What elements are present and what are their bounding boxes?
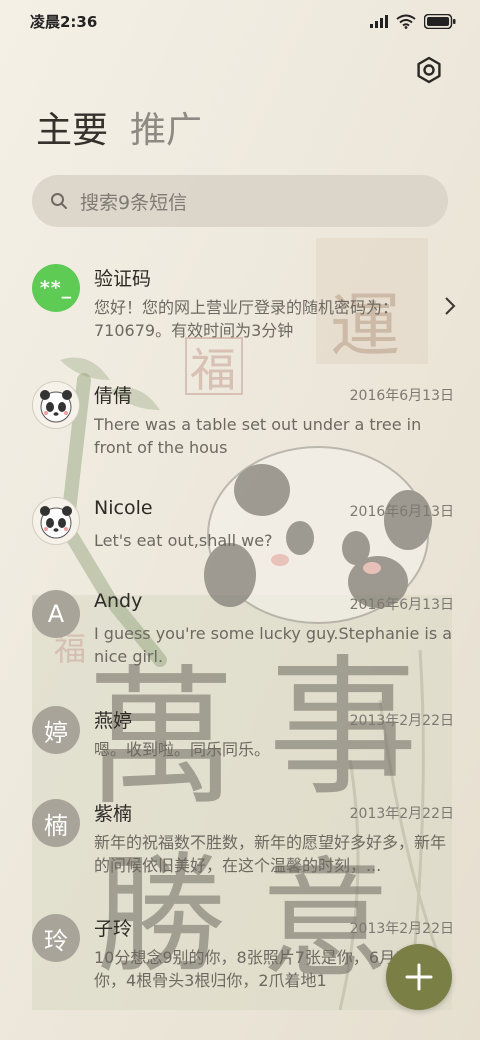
conversation-name: 倩倩 bbox=[94, 385, 133, 407]
conversation-date: 2016年6月13日 bbox=[349, 597, 454, 613]
avatar bbox=[32, 497, 80, 545]
conversation-item[interactable]: 倩倩 2016年6月13日 There was a table set out … bbox=[0, 381, 480, 471]
status-bar: 凌晨2:36 bbox=[0, 0, 480, 40]
wifi-icon bbox=[396, 14, 416, 29]
conversation-name: 紫楠 bbox=[94, 803, 133, 825]
conversation-preview: There was a table set out under a tree i… bbox=[94, 415, 422, 457]
conversation-name: 燕婷 bbox=[94, 710, 133, 732]
panda-avatar-icon bbox=[40, 390, 72, 423]
conversation-name: 验证码 bbox=[94, 268, 152, 290]
panda-avatar-icon bbox=[40, 506, 72, 539]
tab-primary[interactable]: 主要 bbox=[36, 106, 108, 156]
search-icon bbox=[51, 193, 67, 209]
conversation-item[interactable]: A Andy 2016年6月13日 I guess you're some lu… bbox=[0, 590, 480, 680]
tab-promotions[interactable]: 推广 bbox=[130, 106, 202, 156]
search-input[interactable]: 搜索9条短信 bbox=[80, 188, 187, 215]
plus-icon bbox=[405, 963, 433, 991]
status-icons bbox=[370, 10, 456, 32]
conversation-date: 2013年2月22日 bbox=[349, 921, 454, 937]
conversation-date: 2013年2月22日 bbox=[349, 713, 454, 729]
search-bar[interactable]: 搜索9条短信 bbox=[32, 175, 448, 227]
avatar: 楠 bbox=[32, 799, 80, 847]
conversation-date: 2013年2月22日 bbox=[349, 806, 454, 822]
conversation-date: 2016年6月13日 bbox=[349, 388, 454, 404]
cellular-signal-icon bbox=[370, 15, 388, 28]
conversation-item-verification[interactable]: **_ 验证码 您好！您的网上营业厅登录的随机密码为：710679。有效时间为3… bbox=[0, 264, 480, 354]
conversation-date: 2016年6月13日 bbox=[349, 504, 454, 520]
conversation-preview: 嗯。收到啦。同乐同乐。 bbox=[94, 740, 271, 759]
conversation-item[interactable]: Nicole 2016年6月13日 Let's eat out,shall we… bbox=[0, 497, 480, 557]
chevron-right-icon bbox=[445, 297, 456, 315]
conversation-preview: Let's eat out,shall we? bbox=[94, 531, 273, 550]
new-message-button[interactable] bbox=[386, 944, 452, 1010]
tab-bar: 主要 推广 bbox=[36, 106, 202, 156]
conversation-name: Andy bbox=[94, 590, 143, 612]
avatar bbox=[32, 381, 80, 429]
avatar: A bbox=[32, 590, 80, 638]
conversation-name: 子玲 bbox=[94, 918, 133, 940]
settings-gear-icon bbox=[417, 56, 441, 84]
conversation-name: Nicole bbox=[94, 497, 153, 519]
conversation-preview: I guess you're some lucky guy.Stephanie … bbox=[94, 624, 453, 666]
settings-button[interactable] bbox=[414, 55, 444, 85]
conversation-preview: 新年的祝福数不胜数，新年的愿望好多好多，新年的问候依旧美好，在这个温馨的时刻，.… bbox=[94, 833, 447, 875]
conversation-item[interactable]: 婷 燕婷 2013年2月22日 嗯。收到啦。同乐同乐。 bbox=[0, 706, 480, 766]
battery-icon bbox=[424, 13, 456, 29]
status-time: 凌晨2:36 bbox=[30, 13, 98, 31]
avatar: 玲 bbox=[32, 914, 80, 962]
avatar: 婷 bbox=[32, 706, 80, 754]
avatar: **_ bbox=[32, 264, 80, 312]
conversation-preview: 您好！您的网上营业厅登录的随机密码为：710679。有效时间为3分钟 bbox=[94, 298, 399, 340]
conversation-item[interactable]: 楠 紫楠 2013年2月22日 新年的祝福数不胜数，新年的愿望好多好多，新年的问… bbox=[0, 799, 480, 889]
